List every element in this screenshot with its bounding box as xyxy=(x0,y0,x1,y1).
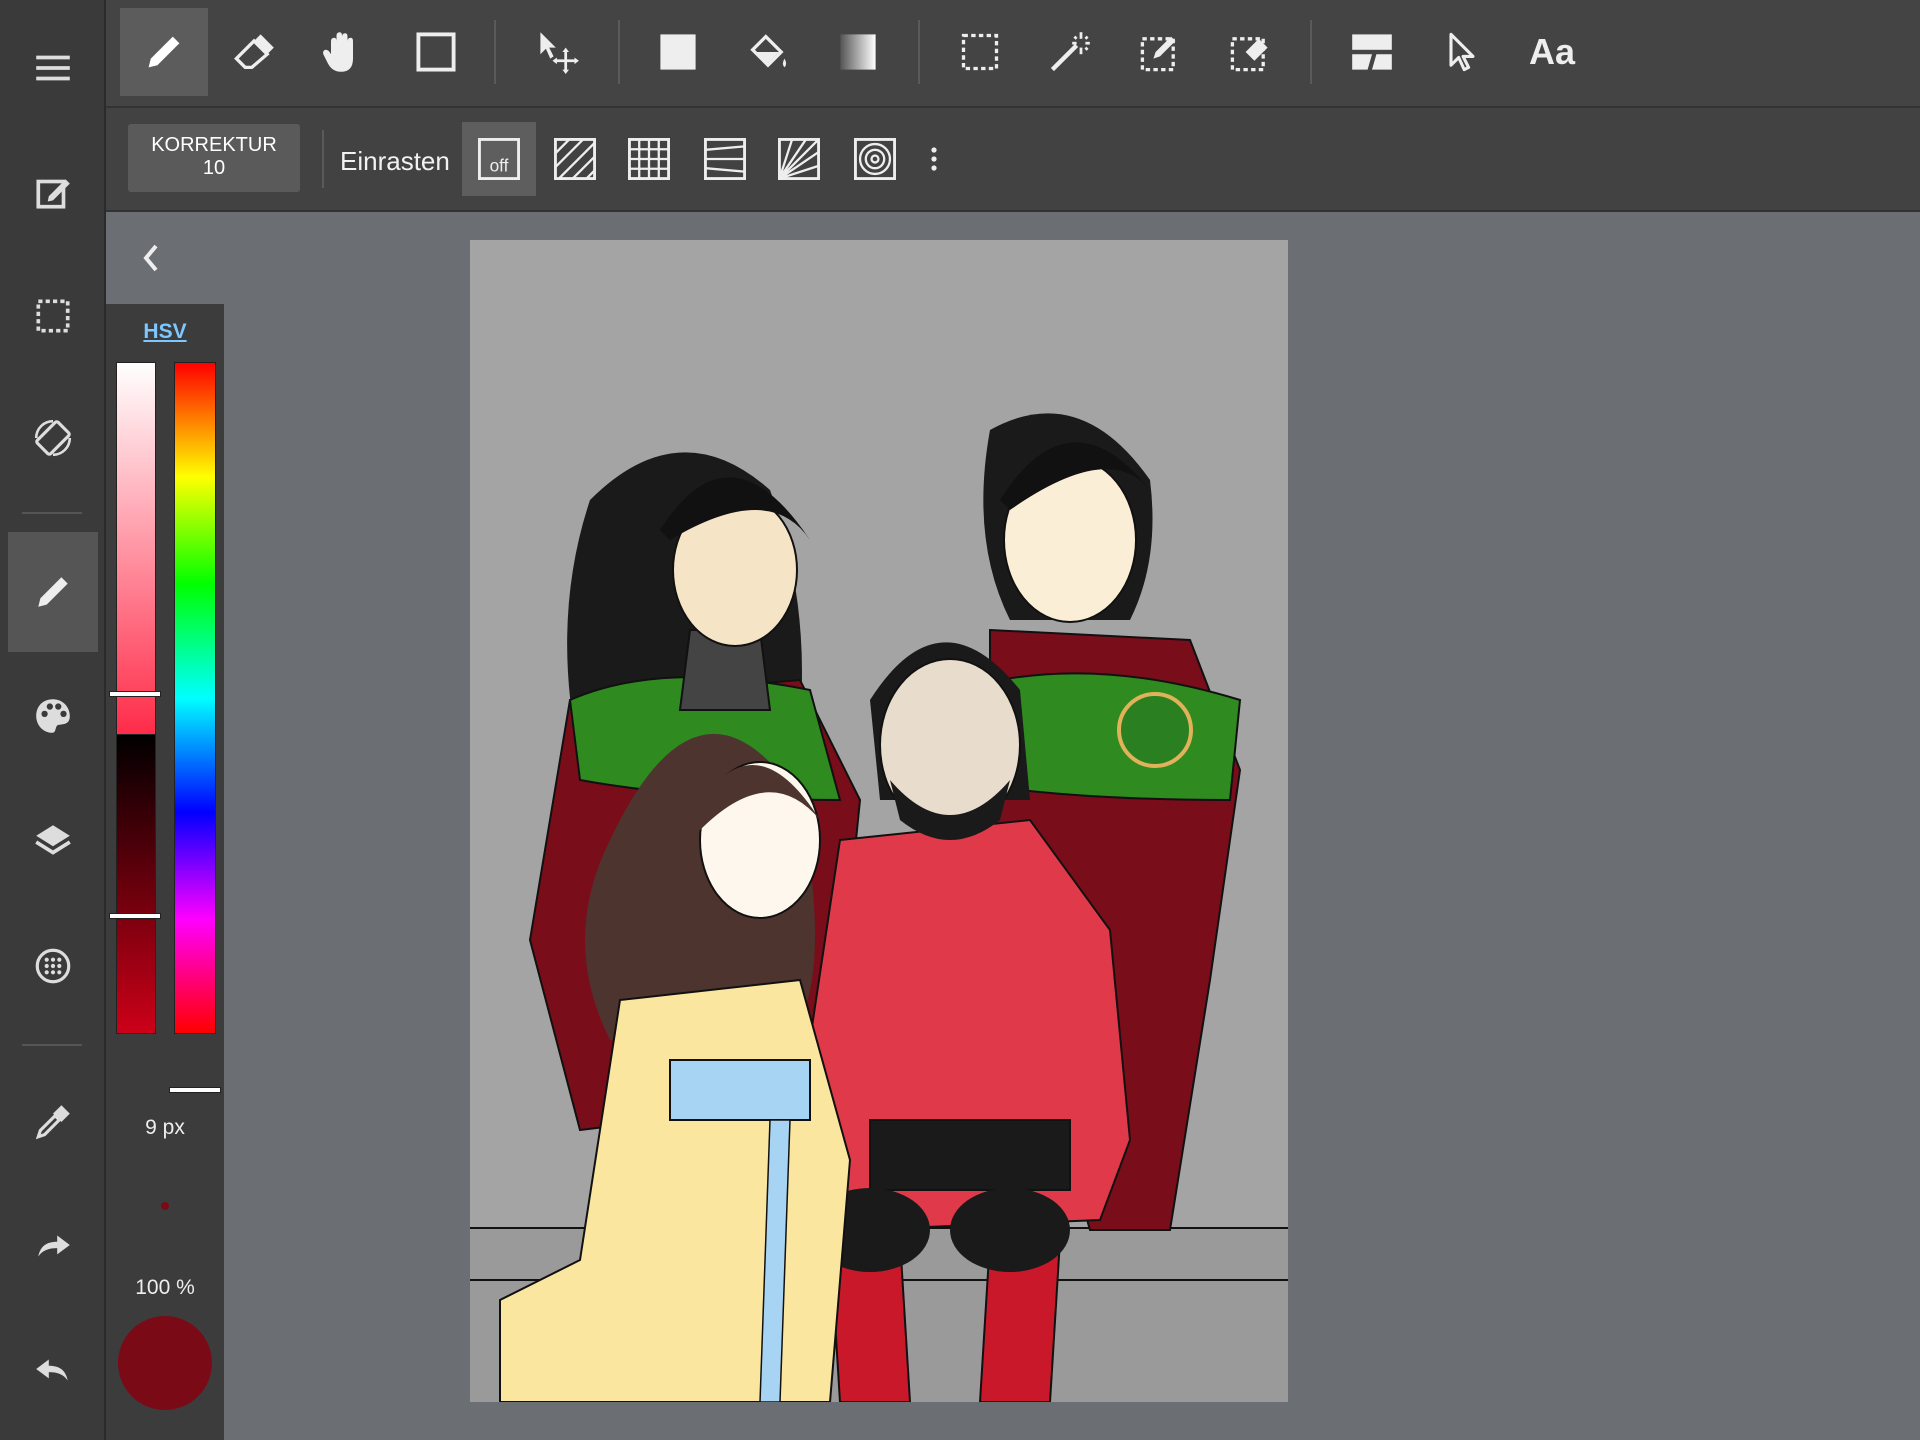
eyedropper-button[interactable] xyxy=(8,1062,98,1182)
layers-button[interactable] xyxy=(8,780,98,900)
fill-rect-tool-button[interactable] xyxy=(634,8,722,96)
artwork-image xyxy=(470,240,1288,1402)
snap-concentric-icon xyxy=(854,138,896,180)
snap-concentric-button[interactable] xyxy=(838,122,912,196)
redo-button[interactable] xyxy=(8,1186,98,1306)
eraser-tool-button[interactable] xyxy=(210,8,298,96)
move-icon xyxy=(540,32,579,74)
snap-off-button[interactable]: off xyxy=(462,122,536,196)
text-tool-button[interactable]: Aa xyxy=(1508,8,1596,96)
pen-icon xyxy=(148,36,180,68)
material-icon xyxy=(35,948,71,984)
pen-tool-button[interactable] xyxy=(120,8,208,96)
frame-tool-button[interactable] xyxy=(1328,8,1416,96)
brush-preview xyxy=(161,1202,169,1210)
redo-icon xyxy=(38,1235,70,1257)
undo-icon xyxy=(36,1359,68,1381)
opacity-label[interactable]: 100 % xyxy=(106,1276,224,1300)
hand-icon xyxy=(323,32,353,72)
transform-button[interactable] xyxy=(8,378,98,498)
eraser-icon xyxy=(234,34,274,70)
magic-wand-icon xyxy=(1050,32,1090,72)
undo-button[interactable] xyxy=(8,1310,98,1430)
menu-icon xyxy=(36,55,70,81)
hand-tool-button[interactable] xyxy=(298,8,386,96)
bucket-tool-button[interactable] xyxy=(724,8,812,96)
snap-off-text: off xyxy=(490,156,509,176)
left-sidebar xyxy=(0,0,106,1440)
top-toolbar: Aa xyxy=(106,0,1920,108)
palette-icon xyxy=(36,699,70,733)
gradient-icon xyxy=(840,34,876,70)
hue-slider[interactable] xyxy=(174,362,216,1034)
cursor-icon xyxy=(1449,32,1475,72)
rectangle-icon xyxy=(416,32,456,72)
chevron-left-icon[interactable] xyxy=(136,238,166,278)
brightness-slider[interactable] xyxy=(116,734,156,1034)
paint-bucket-icon xyxy=(750,34,787,68)
correction-value: 10 xyxy=(202,157,226,179)
snap-label: Einrasten xyxy=(340,146,450,176)
snap-perspective-lines-button[interactable] xyxy=(688,122,762,196)
hue-handle[interactable] xyxy=(170,1088,220,1092)
material-button[interactable] xyxy=(8,906,98,1026)
snap-radial-button[interactable] xyxy=(762,122,836,196)
select-eraser-tool-button[interactable] xyxy=(1206,8,1294,96)
select-pen-tool-button[interactable] xyxy=(1116,8,1204,96)
layers-icon xyxy=(35,825,71,855)
saturation-handle[interactable] xyxy=(110,692,160,696)
more-vert-icon xyxy=(931,147,937,171)
selection-pen-icon xyxy=(1140,36,1176,72)
selection-eraser-icon xyxy=(1230,37,1268,72)
edit-icon xyxy=(36,179,70,209)
gradient-tool-button[interactable] xyxy=(814,8,902,96)
frame-divider-icon xyxy=(1352,34,1392,70)
palette-button[interactable] xyxy=(8,656,98,776)
eyedropper-icon xyxy=(35,1105,70,1140)
move-tool-button[interactable] xyxy=(514,8,602,96)
snap-parallel-icon xyxy=(554,138,596,180)
snap-perspective-icon xyxy=(704,138,746,180)
snap-parallel-button[interactable] xyxy=(538,122,612,196)
pencil-icon xyxy=(38,577,68,607)
pointer-tool-button[interactable] xyxy=(1418,8,1506,96)
rotate-icon xyxy=(34,419,72,457)
brush-size-label[interactable]: 9 px xyxy=(106,1116,224,1140)
more-options-button[interactable] xyxy=(914,122,954,196)
selection-button[interactable] xyxy=(8,256,98,376)
snap-grid-button[interactable] xyxy=(612,122,686,196)
rectangle-tool-button[interactable] xyxy=(392,8,480,96)
current-color-swatch[interactable] xyxy=(118,1316,212,1410)
brush-button[interactable] xyxy=(8,532,98,652)
sub-toolbar: KORREKTUR 10 Einrasten off xyxy=(106,108,1920,212)
correction-label: KORREKTUR xyxy=(151,134,277,156)
selection-rect-icon xyxy=(961,33,999,71)
filled-square-icon xyxy=(660,34,696,70)
drawing-canvas[interactable] xyxy=(470,240,1288,1402)
selection-icon xyxy=(36,299,70,333)
color-panel: HSV 9 px 100 % xyxy=(106,304,224,1440)
menu-button[interactable] xyxy=(8,8,98,128)
snap-off-icon: off xyxy=(478,138,520,180)
snap-radial-icon xyxy=(778,138,820,180)
brightness-handle[interactable] xyxy=(110,914,160,918)
edit-button[interactable] xyxy=(8,132,98,252)
select-rect-tool-button[interactable] xyxy=(936,8,1024,96)
magic-wand-tool-button[interactable] xyxy=(1026,8,1114,96)
hsv-tab[interactable]: HSV xyxy=(106,320,224,344)
snap-grid-icon xyxy=(628,138,670,180)
correction-button[interactable]: KORREKTUR 10 xyxy=(128,124,300,192)
text-tool-label: Aa xyxy=(1528,31,1576,72)
